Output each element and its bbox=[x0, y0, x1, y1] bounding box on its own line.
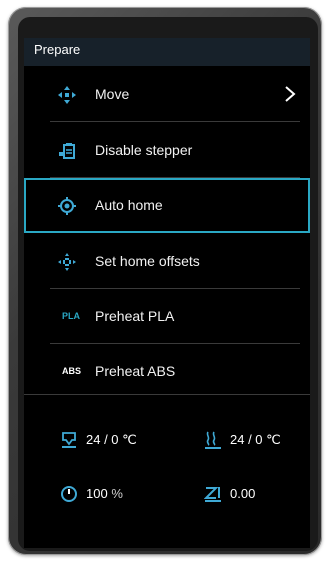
speed-gauge-icon bbox=[61, 486, 77, 502]
auto-home-target-icon bbox=[58, 197, 76, 215]
page-title: Prepare bbox=[34, 42, 81, 57]
bed-temp-value: 24 / 0 ℃ bbox=[230, 432, 281, 447]
menu-item-label: Auto home bbox=[95, 197, 163, 213]
menu-item-label: Set home offsets bbox=[95, 253, 200, 269]
menu-item-set-home-offsets[interactable]: Set home offsets bbox=[24, 234, 310, 289]
z-offset-icon bbox=[204, 487, 221, 502]
nozzle-icon bbox=[62, 432, 76, 448]
move-arrows-icon bbox=[58, 86, 76, 104]
menu-item-disable-stepper[interactable]: Disable stepper bbox=[24, 123, 310, 178]
screen-header: Prepare bbox=[24, 38, 310, 66]
menu-item-auto-home[interactable]: Auto home bbox=[24, 178, 310, 233]
z-offset-value: 0.00 bbox=[230, 486, 256, 501]
menu-item-label: Preheat PLA bbox=[95, 308, 175, 324]
pla-icon: PLA bbox=[62, 311, 80, 321]
chevron-right-icon bbox=[285, 86, 296, 102]
divider bbox=[50, 121, 300, 122]
menu-item-preheat-pla[interactable]: PLA Preheat PLA bbox=[24, 289, 310, 344]
menu-item-label: Preheat ABS bbox=[95, 363, 176, 379]
status-divider bbox=[24, 394, 310, 395]
menu-item-preheat-abs[interactable]: ABS Preheat ABS bbox=[24, 344, 310, 399]
nozzle-temp-value: 24 / 0 ℃ bbox=[86, 432, 137, 447]
set-home-offsets-icon bbox=[58, 253, 76, 271]
speed-value: 100 % bbox=[86, 486, 123, 501]
menu-item-move[interactable]: Move bbox=[24, 67, 310, 122]
menu-item-label: Move bbox=[95, 86, 130, 102]
disable-stepper-icon bbox=[59, 143, 75, 159]
abs-icon: ABS bbox=[62, 366, 82, 376]
heated-bed-icon bbox=[205, 431, 221, 449]
menu-item-label: Disable stepper bbox=[95, 142, 193, 158]
printer-screen: Prepare Move Disable stepper Auto home S… bbox=[24, 38, 310, 548]
